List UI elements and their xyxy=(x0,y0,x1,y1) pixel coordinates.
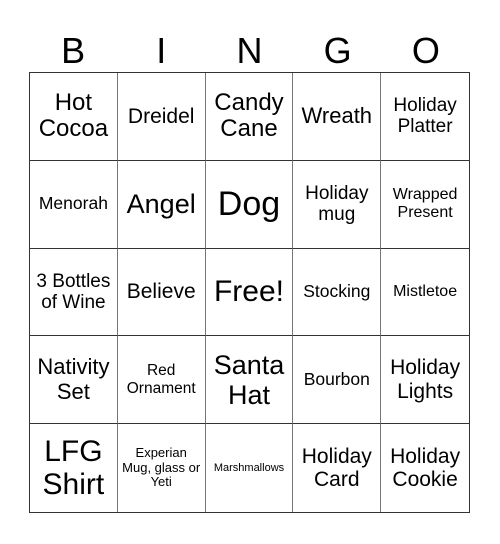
bingo-cell[interactable]: Wreath xyxy=(293,73,382,161)
bingo-grid: Hot Cocoa Dreidel Candy Cane Wreath Holi… xyxy=(29,72,470,513)
bingo-cell[interactable]: Holiday Card xyxy=(293,424,382,512)
bingo-cell[interactable]: Nativity Set xyxy=(30,336,118,425)
bingo-cell[interactable]: Red Ornament xyxy=(117,336,206,425)
bingo-cell[interactable]: Santa Hat xyxy=(205,336,294,425)
bingo-cell[interactable]: Menorah xyxy=(30,160,118,249)
header-letter-g: G xyxy=(323,30,352,71)
bingo-cell[interactable]: Holiday Platter xyxy=(381,73,469,161)
bingo-cell[interactable]: Hot Cocoa xyxy=(30,73,118,161)
header-letter-b: B xyxy=(61,30,86,71)
bingo-cell[interactable]: Angel xyxy=(117,160,206,249)
bingo-cell[interactable]: Dreidel xyxy=(117,73,206,161)
bingo-cell[interactable]: Dog xyxy=(205,160,294,249)
bingo-cell[interactable]: Wrapped Present xyxy=(381,161,469,249)
header-letter-i: I xyxy=(156,30,167,71)
bingo-cell[interactable]: Experian Mug, glass or Yeti xyxy=(118,424,206,512)
bingo-cell[interactable]: Believe xyxy=(117,248,206,337)
bingo-cell[interactable]: Marshmallows xyxy=(206,424,294,512)
bingo-cell[interactable]: 3 Bottles of Wine xyxy=(30,248,118,337)
bingo-cell[interactable]: Holiday Cookie xyxy=(381,424,469,512)
header-letter-n: N xyxy=(236,30,263,71)
free-space-cell[interactable]: Free! xyxy=(205,248,294,337)
bingo-cell[interactable]: Mistletoe xyxy=(381,249,469,337)
bingo-cell[interactable]: Holiday mug xyxy=(293,160,382,249)
bingo-cell[interactable]: LFG Shirt xyxy=(30,424,118,512)
header-letter-o: O xyxy=(411,30,440,71)
bingo-cell[interactable]: Holiday Lights xyxy=(381,336,469,425)
bingo-cell[interactable]: Stocking xyxy=(293,248,382,337)
bingo-cell[interactable]: Candy Cane xyxy=(205,73,294,161)
bingo-cell[interactable]: Bourbon xyxy=(293,336,382,425)
bingo-header: B I N G O xyxy=(29,30,470,72)
